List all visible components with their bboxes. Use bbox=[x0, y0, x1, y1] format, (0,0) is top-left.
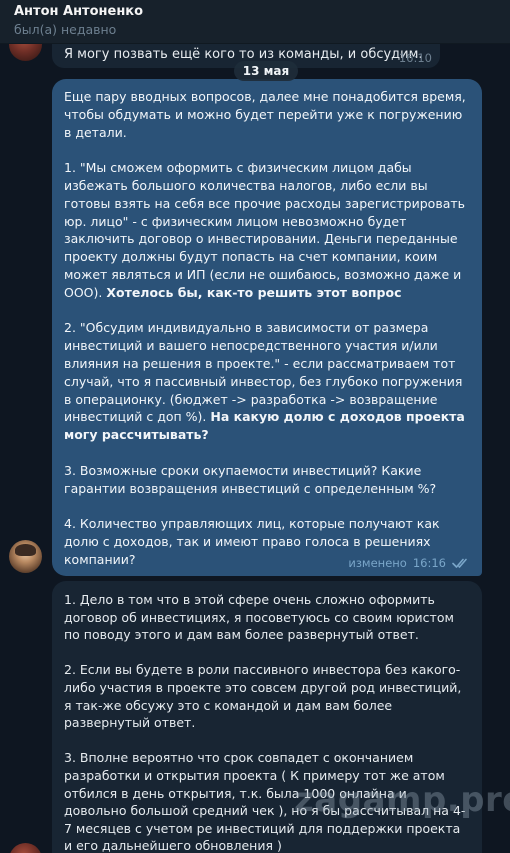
message-paragraph: 2. Если вы будете в роли пассивного инве… bbox=[64, 662, 462, 731]
message-time: 16:10 bbox=[398, 51, 432, 65]
chat-window: Антон Антоненко был(а) недавно Я могу по… bbox=[0, 0, 510, 853]
double-check-icon bbox=[452, 558, 467, 568]
message-meta: изменено 16:16 bbox=[348, 556, 470, 570]
bold-text: Хотелось бы, как-то решить этот вопрос bbox=[106, 284, 402, 300]
avatar[interactable] bbox=[9, 540, 42, 573]
message-bubble-incoming[interactable]: 1. Дело в том что в этой сфере очень сло… bbox=[52, 581, 482, 853]
chat-header[interactable]: Антон Антоненко был(а) недавно bbox=[0, 0, 510, 44]
contact-name[interactable]: Антон Антоненко bbox=[14, 3, 510, 20]
message-time: 16:16 bbox=[412, 556, 446, 570]
date-separator: 13 мая bbox=[234, 61, 298, 81]
message-list[interactable]: Я могу позвать ещё кого то из команды, и… bbox=[0, 44, 510, 853]
message-text: Я могу позвать ещё кого то из команды, и… bbox=[64, 47, 423, 62]
message-paragraph: 3. Возможные сроки окупаемости инвестици… bbox=[64, 462, 437, 496]
message-paragraph: Еще пару вводных вопросов, далее мне пон… bbox=[64, 89, 466, 140]
message-paragraph: 1. Дело в том что в этой сфере очень сло… bbox=[64, 592, 454, 643]
contact-status: был(а) недавно bbox=[14, 22, 117, 37]
message-paragraph: 1. "Мы сможем оформить с физическим лицо… bbox=[64, 160, 466, 300]
edited-label: изменено bbox=[348, 556, 407, 570]
avatar[interactable] bbox=[9, 44, 42, 61]
avatar[interactable] bbox=[9, 843, 42, 853]
message-bubble-outgoing[interactable]: Еще пару вводных вопросов, далее мне пон… bbox=[52, 79, 482, 576]
message-paragraph: 3. Вполне вероятно что срок совпадет с о… bbox=[64, 750, 466, 853]
message-paragraph: 2. "Обсудим индивидуально в зависимости … bbox=[64, 320, 465, 443]
